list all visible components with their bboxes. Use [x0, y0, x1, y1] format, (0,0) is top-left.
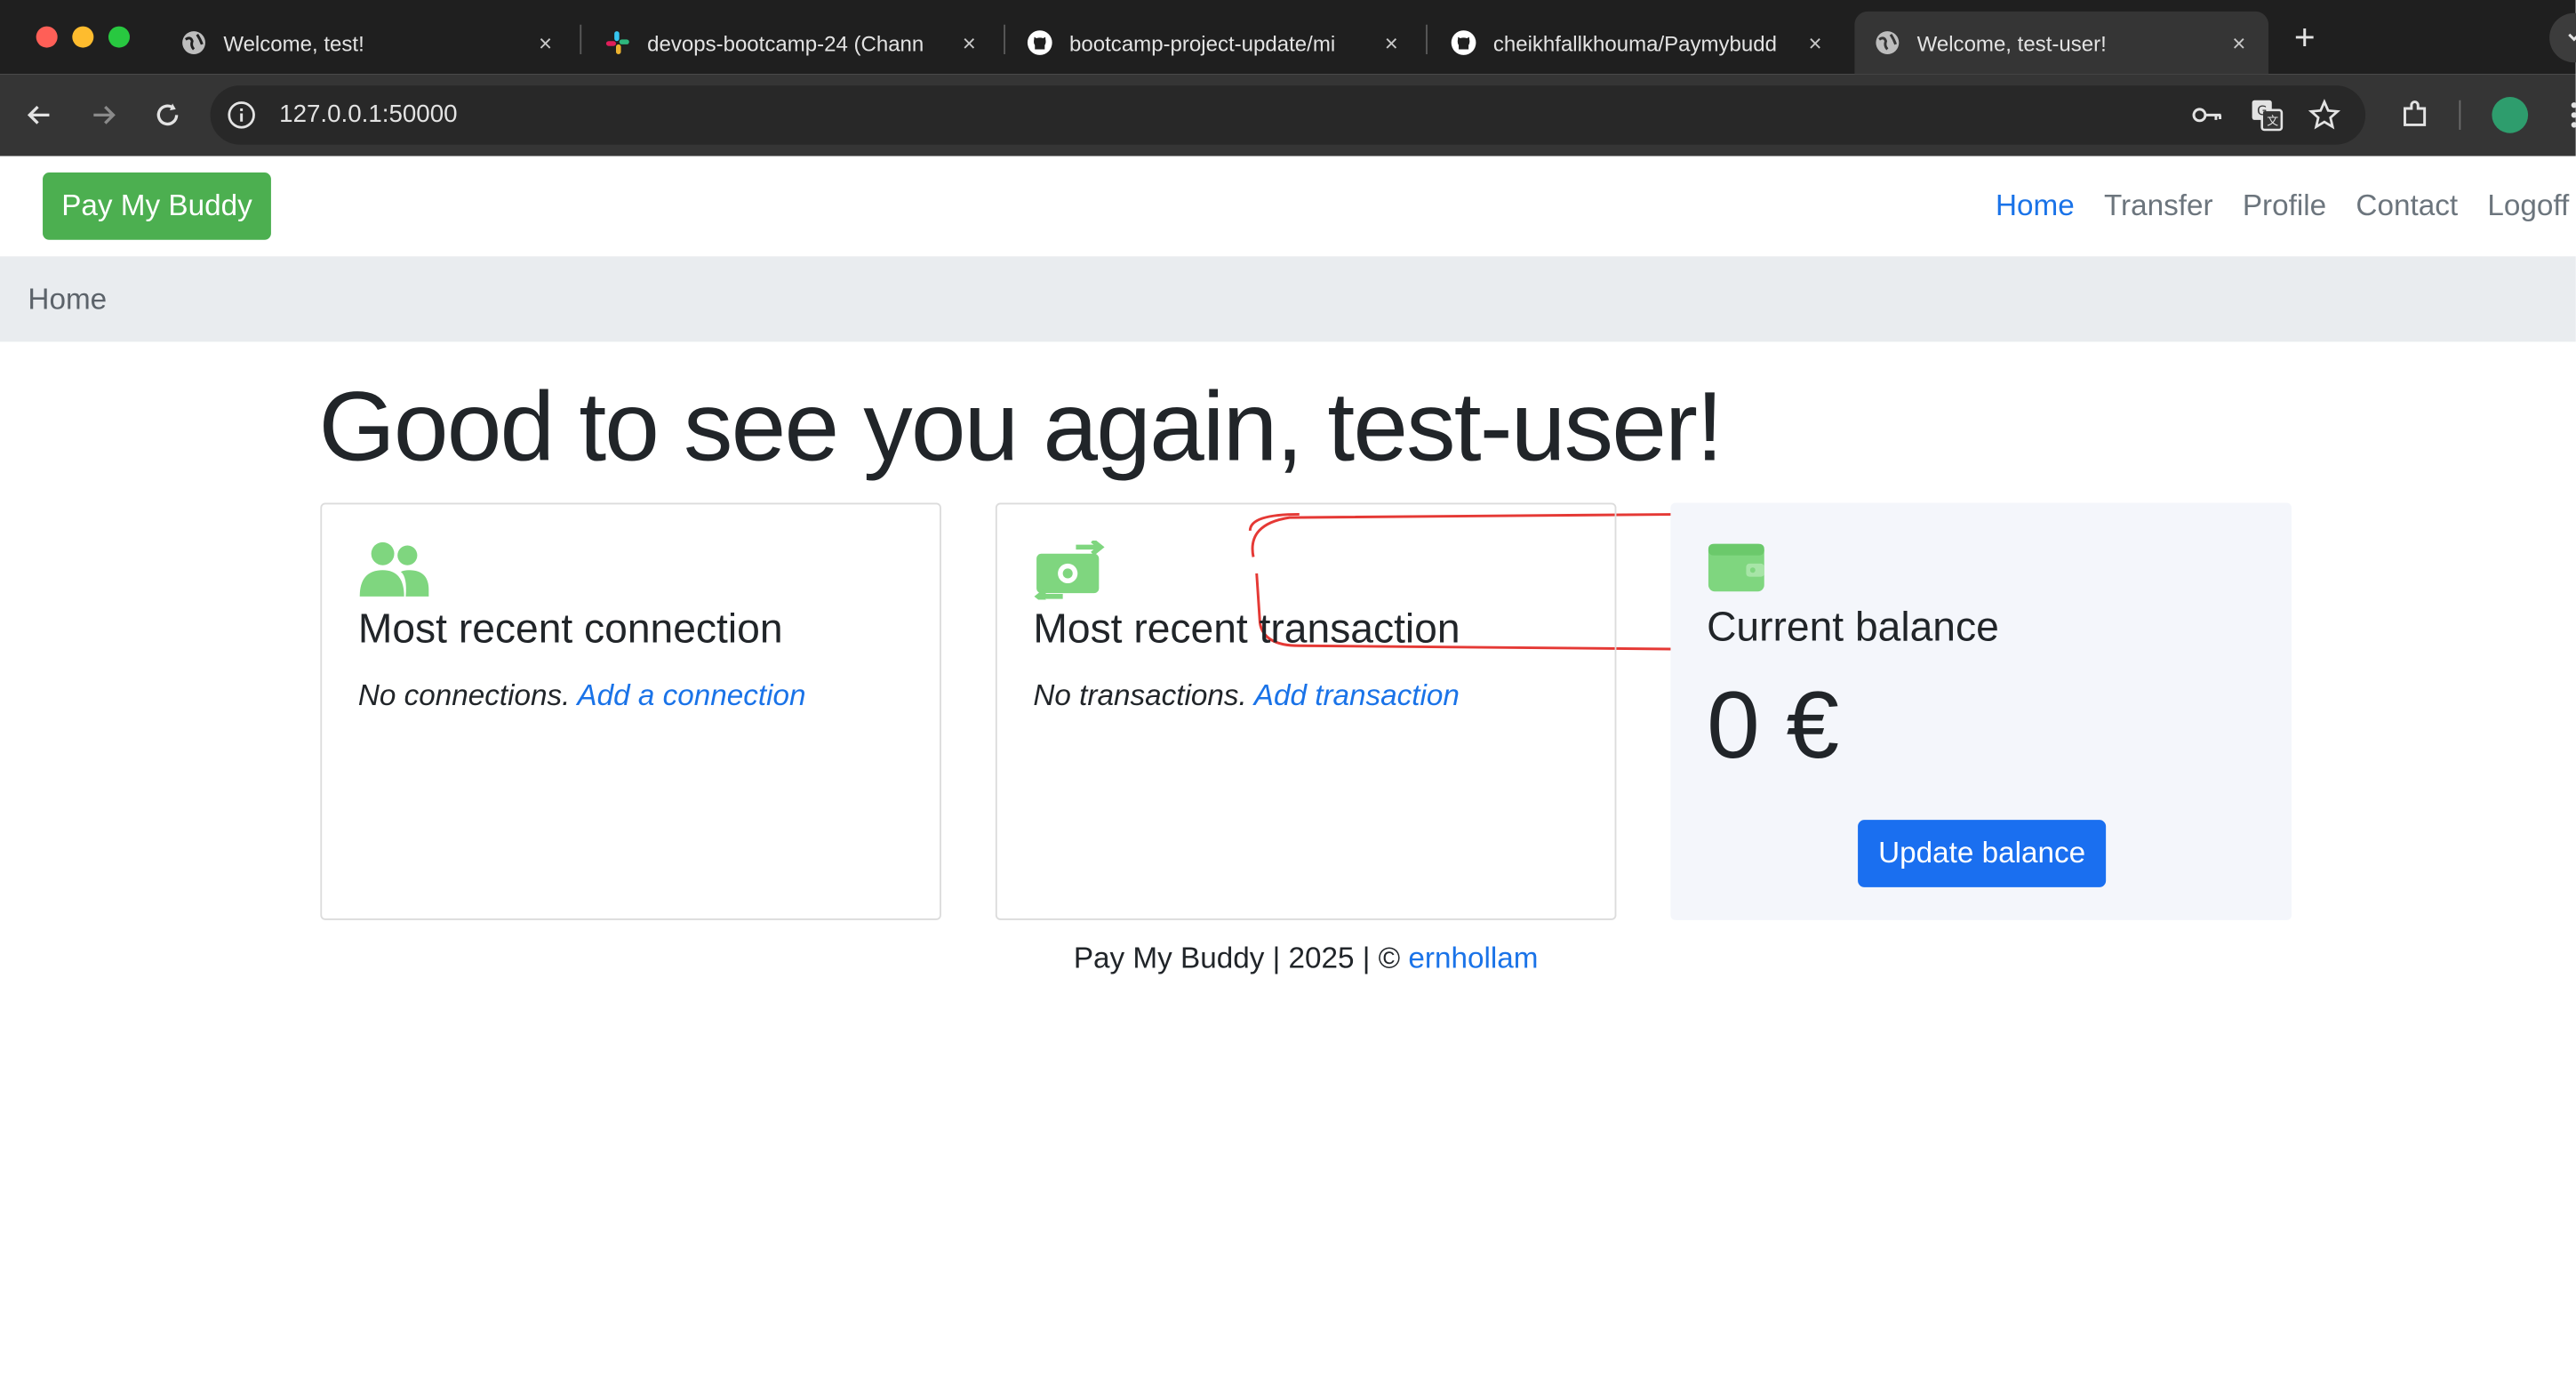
globe-icon [180, 29, 207, 56]
github-icon [1451, 29, 1477, 56]
footer-text: Pay My Buddy | 2025 | © [1073, 941, 1401, 974]
translate-icon[interactable]: G文 [2251, 99, 2284, 140]
tab-title: bootcamp-project-update/mi [1069, 30, 1336, 55]
browser-tab[interactable]: bootcamp-project-update/mi × [1007, 12, 1421, 74]
tab-divider [580, 24, 582, 54]
forward-arrow-icon[interactable] [84, 95, 123, 134]
tab-search-icon[interactable] [2549, 12, 2576, 63]
tab-close-icon[interactable]: × [1378, 29, 1404, 56]
users-icon [358, 541, 430, 608]
browser-tab-active[interactable]: Welcome, test-user! × [1854, 11, 2269, 75]
url-text: 127.0.0.1:50000 [279, 100, 458, 129]
site-info-icon[interactable] [227, 100, 256, 139]
breadcrumb-item-home: Home [28, 282, 108, 316]
close-window-button[interactable] [36, 26, 58, 48]
tab-close-icon[interactable]: × [1802, 29, 1828, 56]
browser-tab-bar: Welcome, test! × devops-bootcamp-24 (Cha… [0, 0, 2576, 75]
nav-link-transfer[interactable]: Transfer [2104, 189, 2213, 224]
card-title: Most recent transaction [1033, 605, 1460, 653]
browser-tab[interactable]: cheikhfallkhouma/Paymybudd × [1431, 12, 1845, 74]
browser-tab[interactable]: devops-bootcamp-24 (Chann × [585, 12, 999, 74]
card-title: Current balance [1707, 605, 1999, 651]
nav-link-profile[interactable]: Profile [2243, 189, 2326, 224]
empty-state-text: No connections. [357, 678, 571, 712]
browser-toolbar: 127.0.0.1:50000 G文 [0, 74, 2576, 156]
globe-icon [1875, 29, 1901, 56]
tab-title: Welcome, test! [223, 30, 364, 55]
zoom-window-button[interactable] [108, 26, 130, 48]
transaction-card: Most recent transaction No transactions.… [995, 502, 1617, 920]
tab-close-icon[interactable]: × [2226, 29, 2252, 56]
web-page: Pay My Buddy Home Transfer Profile Conta… [0, 156, 2576, 1387]
greeting-heading: Good to see you again, test-user! [318, 371, 1724, 482]
add-connection-link[interactable]: Add a connection [577, 678, 805, 711]
back-arrow-icon[interactable] [20, 95, 59, 134]
tab-close-icon[interactable]: × [956, 29, 983, 56]
nav-link-logoff[interactable]: Logoff [2487, 189, 2569, 224]
page-footer: Pay My Buddy | 2025 | © ernhollam [0, 942, 2576, 976]
tab-divider [1004, 24, 1005, 54]
tab-title: devops-bootcamp-24 (Chann [647, 30, 924, 55]
card-empty-state: No connections. Add a connection [358, 678, 806, 713]
balance-card: Current balance 0 € Update balance [1670, 502, 2292, 920]
empty-state-text: No transactions. [1033, 678, 1247, 712]
nav-link-home[interactable]: Home [1996, 189, 2075, 224]
password-key-icon[interactable] [2191, 100, 2224, 139]
add-transaction-link[interactable]: Add transaction [1254, 678, 1460, 711]
toolbar-divider [2459, 100, 2461, 130]
card-empty-state: No transactions. Add transaction [1033, 678, 1460, 713]
wallet-icon [1707, 541, 1766, 601]
balance-amount: 0 € [1707, 671, 1840, 779]
github-icon [1027, 29, 1053, 56]
update-balance-button[interactable]: Update balance [1858, 820, 2107, 887]
slack-icon [604, 29, 631, 56]
main-nav: Home Transfer Profile Contact Logoff [1966, 189, 2569, 224]
brand-button[interactable]: Pay My Buddy [43, 172, 271, 240]
bookmark-star-icon[interactable] [2308, 99, 2341, 140]
svg-text:G: G [2257, 103, 2267, 118]
card-title: Most recent connection [357, 605, 783, 653]
nav-link-contact[interactable]: Contact [2356, 189, 2458, 224]
footer-author-link[interactable]: ernhollam [1408, 942, 1538, 974]
tab-title: cheikhfallkhouma/Paymybudd [1492, 30, 1778, 55]
profile-avatar[interactable] [2492, 97, 2529, 133]
reload-icon[interactable] [148, 95, 187, 134]
minimize-window-button[interactable] [72, 26, 94, 48]
tab-title: Welcome, test-user! [1916, 30, 2107, 55]
browser-tab[interactable]: Welcome, test! × [161, 12, 575, 74]
tab-divider [1426, 24, 1428, 54]
svg-text:文: 文 [2267, 115, 2278, 128]
connection-card: Most recent connection No connections. A… [320, 502, 941, 920]
address-bar[interactable]: 127.0.0.1:50000 G文 [210, 85, 2366, 145]
extensions-icon[interactable] [2395, 95, 2434, 134]
money-transfer-icon [1033, 538, 1105, 608]
new-tab-button[interactable]: + [2288, 16, 2321, 59]
tab-close-icon[interactable]: × [532, 29, 559, 56]
more-menu-icon[interactable] [2555, 95, 2576, 134]
breadcrumb: Home [0, 256, 2576, 342]
